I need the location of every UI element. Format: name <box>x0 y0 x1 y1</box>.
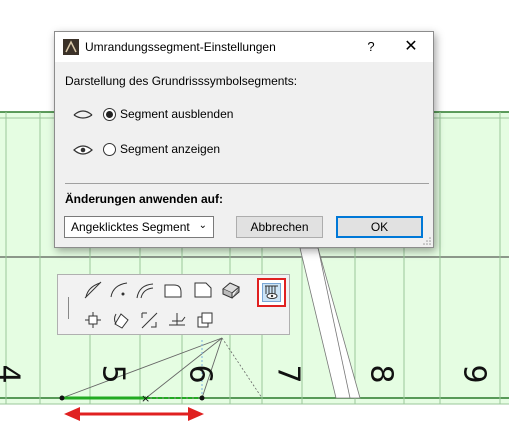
offset-segment-icon[interactable] <box>138 309 160 331</box>
move-node-icon[interactable] <box>82 309 104 331</box>
eye-closed-icon <box>73 110 93 119</box>
extrude-3d-icon[interactable] <box>220 279 242 301</box>
arc-center-icon[interactable] <box>108 279 130 301</box>
segment-settings-dialog: Umrandungssegment-Einstellungen ? ✕ Dars… <box>54 31 434 248</box>
chevron-down-icon: ⌄ <box>198 220 207 231</box>
eye-open-icon <box>73 145 93 155</box>
cancel-button[interactable]: Abbrechen <box>236 216 323 238</box>
help-button[interactable]: ? <box>357 36 385 58</box>
apply-to-select-value: Angeklicktes Segment <box>71 220 190 234</box>
svg-text:×: × <box>141 392 150 405</box>
grid-label-4: 4 <box>0 364 26 383</box>
arc-tangent-icon[interactable] <box>82 279 104 301</box>
label-hide-segment: Segment ausblenden <box>120 107 234 121</box>
dialog-body: Darstellung des Grundrisssymbolsegments:… <box>55 62 433 184</box>
segment-node-left[interactable] <box>59 395 65 401</box>
apply-to-label: Änderungen anwenden auf: <box>65 192 224 206</box>
palette-separator <box>68 297 69 319</box>
display-group-label: Darstellung des Grundrisssymbolsegments: <box>65 74 298 88</box>
apply-to-select[interactable]: Angeklicktes Segment ⌄ <box>64 216 214 238</box>
close-button[interactable]: ✕ <box>397 36 425 58</box>
segment-visibility-button[interactable] <box>257 278 286 307</box>
grid-label-9: 9 <box>457 364 492 383</box>
grid-label-6: 6 <box>183 364 218 383</box>
segment-visibility-icon <box>262 283 281 302</box>
resize-grip-icon[interactable] <box>423 237 431 245</box>
grid-label-5: 5 <box>96 364 131 383</box>
arc-three-point-icon[interactable] <box>134 279 156 301</box>
pet-palette <box>57 274 290 335</box>
ok-button[interactable]: OK <box>336 216 423 238</box>
corner-chamfer-icon[interactable] <box>192 279 214 301</box>
grid-label-7: 7 <box>271 364 306 383</box>
dialog-divider <box>65 183 429 184</box>
dialog-title: Umrandungssegment-Einstellungen <box>85 40 276 54</box>
mirror-icon[interactable] <box>166 309 188 331</box>
app-icon <box>63 39 79 55</box>
corner-round-icon[interactable] <box>162 279 184 301</box>
radio-show-segment[interactable] <box>103 143 116 156</box>
grid-label-8: 8 <box>364 364 399 383</box>
rotate-node-icon[interactable] <box>110 309 132 331</box>
copy-icon[interactable] <box>194 309 216 331</box>
label-show-segment: Segment anzeigen <box>120 142 221 156</box>
dialog-titlebar[interactable]: Umrandungssegment-Einstellungen ? ✕ <box>55 32 433 62</box>
segment-node-right[interactable] <box>199 395 205 401</box>
radio-hide-segment[interactable] <box>103 108 116 121</box>
